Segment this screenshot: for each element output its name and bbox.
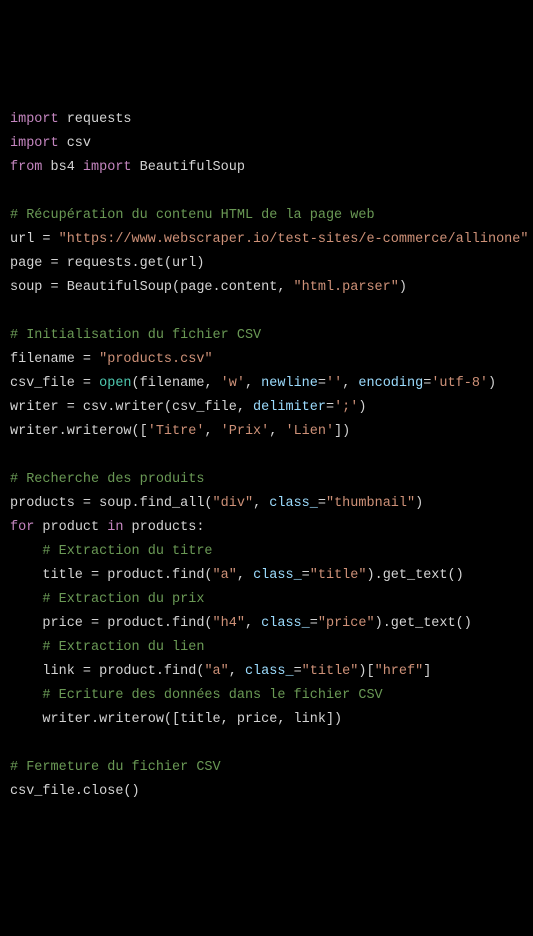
code-token: in xyxy=(107,520,123,535)
code-token: soup = BeautifulSoup(page.content, xyxy=(10,280,294,295)
code-token: # Ecriture des données dans le fichier C… xyxy=(42,688,382,703)
code-token: class_ xyxy=(245,664,294,679)
code-token: import xyxy=(10,112,59,127)
code-token: = xyxy=(302,568,310,583)
code-token: class_ xyxy=(253,568,302,583)
code-token: csv_file = xyxy=(10,376,99,391)
code-token: product xyxy=(34,520,107,535)
code-token: , xyxy=(342,376,358,391)
code-token: 'Titre' xyxy=(148,424,205,439)
code-token: products: xyxy=(123,520,204,535)
code-token: "html.parser" xyxy=(294,280,399,295)
code-token: # Fermeture du fichier CSV xyxy=(10,760,221,775)
code-token: url = xyxy=(10,232,59,247)
code-token: class_ xyxy=(269,496,318,511)
code-token: , xyxy=(245,376,261,391)
code-token: BeautifulSoup xyxy=(132,160,245,175)
code-token: newline xyxy=(261,376,318,391)
code-token: 'utf-8' xyxy=(431,376,488,391)
code-token: page = requests.get(url) xyxy=(10,256,204,271)
code-token: open xyxy=(99,376,131,391)
code-token: ';' xyxy=(334,400,358,415)
code-token: ) xyxy=(358,400,366,415)
code-token xyxy=(10,640,42,655)
code-token: , xyxy=(269,424,285,439)
code-token: import xyxy=(83,160,132,175)
code-token: writer.writerow([title, price, link]) xyxy=(10,712,342,727)
code-token: "a" xyxy=(204,664,228,679)
code-token: for xyxy=(10,520,34,535)
code-token: = xyxy=(294,664,302,679)
code-token xyxy=(10,688,42,703)
code-token: )[ xyxy=(358,664,374,679)
code-token: ) xyxy=(415,496,423,511)
code-token: ).get_text() xyxy=(375,616,472,631)
code-token: class_ xyxy=(261,616,310,631)
code-token: ) xyxy=(488,376,496,391)
code-token: , xyxy=(237,568,253,583)
code-token: "a" xyxy=(213,568,237,583)
code-token: "https://www.webscraper.io/test-sites/e-… xyxy=(59,232,529,247)
code-token: "products.csv" xyxy=(99,352,212,367)
code-token: ] xyxy=(423,664,431,679)
code-token: writer = csv.writer(csv_file, xyxy=(10,400,253,415)
code-token: , xyxy=(253,496,269,511)
code-token: csv xyxy=(59,136,91,151)
code-token: # Extraction du prix xyxy=(42,592,204,607)
code-token: bs4 xyxy=(42,160,83,175)
code-token: title = product.find( xyxy=(10,568,213,583)
code-token: ).get_text() xyxy=(367,568,464,583)
code-token: = xyxy=(318,376,326,391)
code-token: = xyxy=(310,616,318,631)
code-token: , xyxy=(245,616,261,631)
code-token: , xyxy=(204,424,220,439)
code-token: # Extraction du lien xyxy=(42,640,204,655)
code-token: price = product.find( xyxy=(10,616,213,631)
code-token: "div" xyxy=(213,496,254,511)
code-token: # Recherche des produits xyxy=(10,472,204,487)
code-token: # Extraction du titre xyxy=(42,544,212,559)
code-token: from xyxy=(10,160,42,175)
code-token: requests xyxy=(59,112,132,127)
code-token: 'w' xyxy=(221,376,245,391)
code-token: # Récupération du contenu HTML de la pag… xyxy=(10,208,375,223)
code-token: delimiter xyxy=(253,400,326,415)
code-token: "h4" xyxy=(213,616,245,631)
code-token: csv_file.close() xyxy=(10,784,140,799)
code-token: = xyxy=(318,496,326,511)
code-token: writer.writerow([ xyxy=(10,424,148,439)
code-token: = xyxy=(326,400,334,415)
code-token: 'Lien' xyxy=(285,424,334,439)
code-token: # Initialisation du fichier CSV xyxy=(10,328,261,343)
code-token xyxy=(10,592,42,607)
code-token: "title" xyxy=(310,568,367,583)
code-token: 'Prix' xyxy=(221,424,270,439)
code-token: ) xyxy=(399,280,407,295)
code-token: "thumbnail" xyxy=(326,496,415,511)
code-token: products = soup.find_all( xyxy=(10,496,213,511)
code-token: link = product.find( xyxy=(10,664,204,679)
code-token: ]) xyxy=(334,424,350,439)
code-token: (filename, xyxy=(132,376,221,391)
code-token: '' xyxy=(326,376,342,391)
code-block: import requests import csv from bs4 impo… xyxy=(10,108,523,804)
code-token: encoding xyxy=(358,376,423,391)
code-token: import xyxy=(10,136,59,151)
code-token xyxy=(10,544,42,559)
code-token: "price" xyxy=(318,616,375,631)
code-token: , xyxy=(229,664,245,679)
code-token: "title" xyxy=(302,664,359,679)
code-token: "href" xyxy=(375,664,424,679)
code-token: filename = xyxy=(10,352,99,367)
